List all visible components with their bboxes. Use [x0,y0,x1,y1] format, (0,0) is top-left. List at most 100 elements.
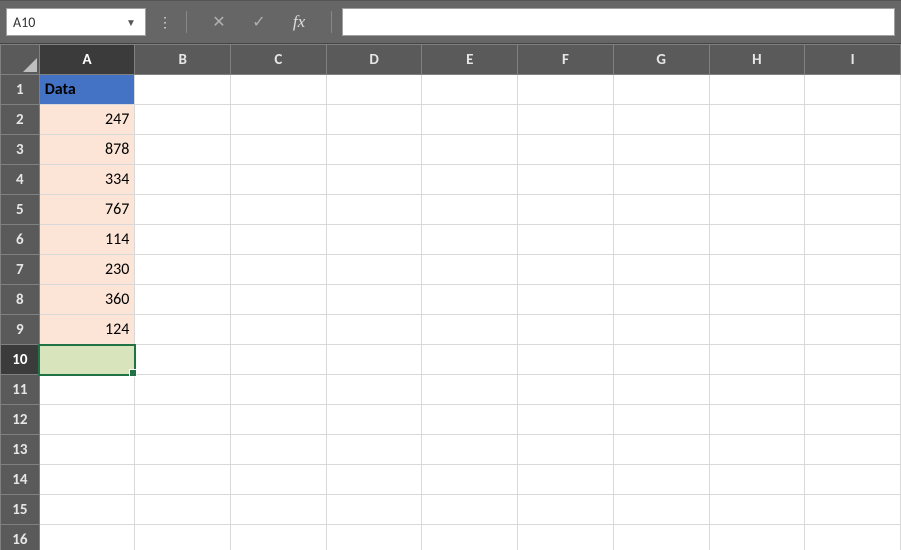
cell-F3[interactable] [518,135,614,165]
cell-G7[interactable] [613,255,709,285]
cell-E3[interactable] [422,135,518,165]
cell-B14[interactable] [135,465,231,495]
cell-C2[interactable] [231,105,327,135]
cell-F10[interactable] [518,345,614,375]
row-header-2[interactable]: 2 [1,105,40,135]
cell-I9[interactable] [805,315,901,345]
row-header-13[interactable]: 13 [1,435,40,465]
column-header-F[interactable]: F [518,45,614,75]
cell-C6[interactable] [231,225,327,255]
cell-A9[interactable]: 124 [39,315,135,345]
cell-H9[interactable] [709,315,805,345]
column-header-E[interactable]: E [422,45,518,75]
cell-I1[interactable] [805,75,901,105]
cell-H7[interactable] [709,255,805,285]
name-box[interactable]: A10 ▼ [6,8,146,36]
cell-B9[interactable] [135,315,231,345]
spreadsheet-grid[interactable]: ABCDEFGHI 1Data2247387843345767611472308… [0,44,901,550]
cell-A8[interactable]: 360 [39,285,135,315]
cell-B16[interactable] [135,525,231,550]
cell-A1[interactable]: Data [39,75,135,105]
cell-I12[interactable] [805,405,901,435]
column-header-C[interactable]: C [231,45,327,75]
cell-D7[interactable] [326,255,422,285]
cell-B6[interactable] [135,225,231,255]
cell-A4[interactable]: 334 [39,165,135,195]
cell-D11[interactable] [326,375,422,405]
cell-C4[interactable] [231,165,327,195]
cell-D6[interactable] [326,225,422,255]
cell-D10[interactable] [326,345,422,375]
cell-C12[interactable] [231,405,327,435]
select-all-corner[interactable] [1,45,40,75]
cell-C13[interactable] [231,435,327,465]
cell-F11[interactable] [518,375,614,405]
cell-I16[interactable] [805,525,901,550]
cell-D3[interactable] [326,135,422,165]
cell-F4[interactable] [518,165,614,195]
cell-D12[interactable] [326,405,422,435]
cell-B13[interactable] [135,435,231,465]
cell-E5[interactable] [422,195,518,225]
row-header-10[interactable]: 10 [1,345,40,375]
cell-A10[interactable] [39,345,135,375]
row-header-8[interactable]: 8 [1,285,40,315]
cell-B15[interactable] [135,495,231,525]
cell-I2[interactable] [805,105,901,135]
cell-C1[interactable] [231,75,327,105]
cell-C8[interactable] [231,285,327,315]
cell-E11[interactable] [422,375,518,405]
cell-I11[interactable] [805,375,901,405]
cell-G9[interactable] [613,315,709,345]
cell-I7[interactable] [805,255,901,285]
row-header-14[interactable]: 14 [1,465,40,495]
cell-G12[interactable] [613,405,709,435]
cell-A11[interactable] [39,375,135,405]
cell-D2[interactable] [326,105,422,135]
cell-F12[interactable] [518,405,614,435]
row-header-9[interactable]: 9 [1,315,40,345]
cell-F14[interactable] [518,465,614,495]
cell-D1[interactable] [326,75,422,105]
cell-H16[interactable] [709,525,805,550]
cell-H10[interactable] [709,345,805,375]
row-header-16[interactable]: 16 [1,525,40,550]
column-header-H[interactable]: H [709,45,805,75]
row-header-15[interactable]: 15 [1,495,40,525]
cell-G6[interactable] [613,225,709,255]
cell-F1[interactable] [518,75,614,105]
column-header-A[interactable]: A [39,45,135,75]
cell-F13[interactable] [518,435,614,465]
column-header-I[interactable]: I [805,45,901,75]
cell-C10[interactable] [231,345,327,375]
cell-D5[interactable] [326,195,422,225]
cell-E2[interactable] [422,105,518,135]
cell-A16[interactable] [39,525,135,550]
cell-B11[interactable] [135,375,231,405]
cell-C9[interactable] [231,315,327,345]
cell-C15[interactable] [231,495,327,525]
cell-G3[interactable] [613,135,709,165]
row-header-4[interactable]: 4 [1,165,40,195]
cell-A14[interactable] [39,465,135,495]
cell-E14[interactable] [422,465,518,495]
cell-C16[interactable] [231,525,327,550]
cell-E4[interactable] [422,165,518,195]
dropdown-icon[interactable]: ▼ [123,16,139,29]
cell-E6[interactable] [422,225,518,255]
cell-B8[interactable] [135,285,231,315]
cell-B3[interactable] [135,135,231,165]
cell-G1[interactable] [613,75,709,105]
cell-D14[interactable] [326,465,422,495]
cell-E10[interactable] [422,345,518,375]
cell-H3[interactable] [709,135,805,165]
cell-F15[interactable] [518,495,614,525]
row-header-11[interactable]: 11 [1,375,40,405]
cell-G15[interactable] [613,495,709,525]
cell-H6[interactable] [709,225,805,255]
cell-C14[interactable] [231,465,327,495]
cell-H4[interactable] [709,165,805,195]
cell-I5[interactable] [805,195,901,225]
cell-I8[interactable] [805,285,901,315]
cell-B7[interactable] [135,255,231,285]
